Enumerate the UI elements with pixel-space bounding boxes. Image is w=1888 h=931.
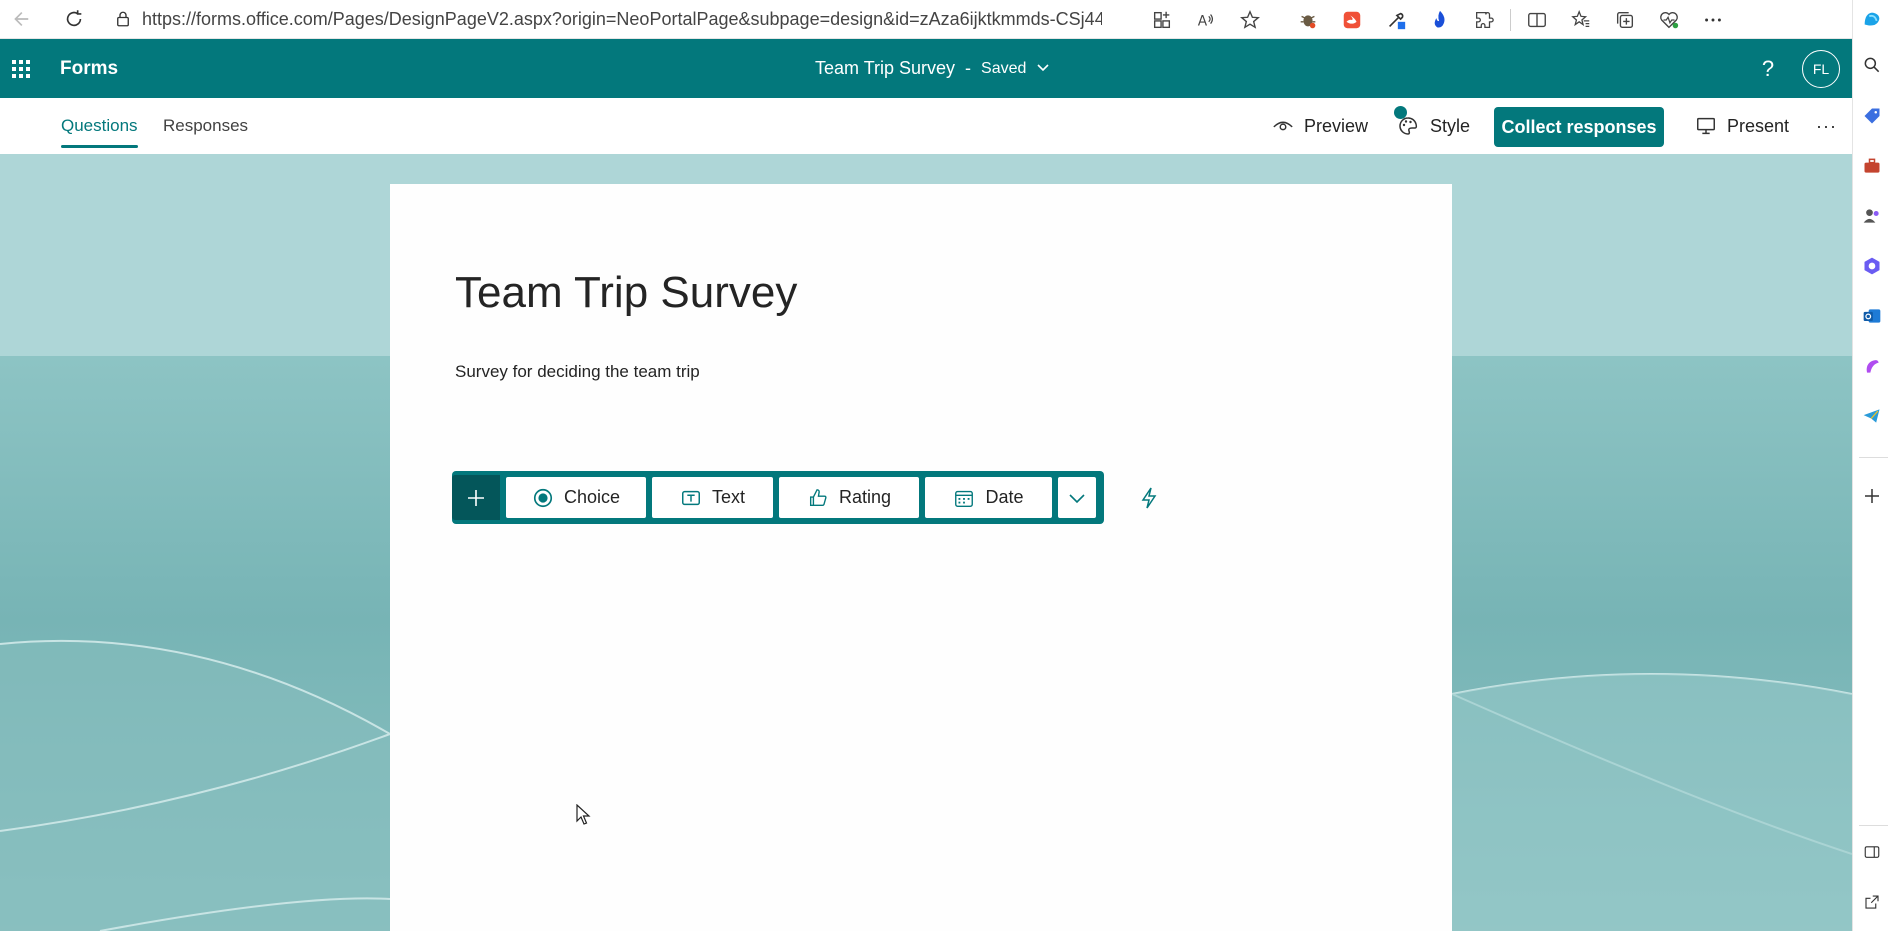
back-icon[interactable] (0, 0, 40, 39)
collect-responses-button[interactable]: Collect responses (1494, 107, 1664, 147)
palette-icon (1394, 106, 1420, 138)
tools-icon[interactable] (1859, 153, 1885, 179)
preview-button[interactable]: Preview (1272, 98, 1368, 154)
add-question-bar: Choice Text Rating Date (452, 471, 1104, 524)
open-external-icon[interactable] (1859, 889, 1885, 915)
help-icon[interactable]: ? (1748, 39, 1788, 98)
form-description[interactable]: Survey for deciding the team trip (455, 362, 700, 382)
extensions-puzzle-icon[interactable] (1462, 0, 1506, 39)
tab-questions[interactable]: Questions (61, 98, 138, 154)
outlook-icon[interactable] (1859, 303, 1885, 329)
telegram-icon[interactable] (1859, 403, 1885, 429)
favorite-star-icon[interactable] (1228, 0, 1272, 39)
form-title-menu[interactable]: Team Trip Survey - Saved (815, 39, 1050, 98)
add-new-icon[interactable] (452, 475, 500, 520)
mouse-cursor-icon (576, 803, 592, 831)
date-question-button[interactable]: Date (925, 477, 1052, 518)
eyedropper-extension-icon[interactable] (1374, 0, 1418, 39)
tab-responses[interactable]: Responses (163, 98, 248, 154)
more-question-types-button[interactable] (1058, 477, 1096, 518)
form-toolbar: Questions Responses Preview Style Collec… (0, 98, 1852, 154)
eye-icon (1273, 121, 1293, 131)
browser-toolbar: https://forms.office.com/Pages/DesignPag… (0, 0, 1888, 39)
style-button[interactable]: Style (1394, 98, 1471, 154)
flame-extension-icon[interactable] (1418, 0, 1462, 39)
thumbs-up-icon (809, 488, 827, 506)
choice-label: Choice (563, 487, 621, 507)
m365-icon[interactable] (1859, 253, 1885, 279)
form-card: Team Trip Survey Survey for deciding the… (390, 184, 1452, 931)
text-label: Text (711, 487, 745, 507)
save-status: Saved (981, 59, 1027, 77)
preview-label: Preview (1304, 115, 1369, 136)
chevron-down-icon (1036, 58, 1050, 79)
title-separator: - (965, 58, 972, 78)
designer-icon[interactable] (1859, 353, 1885, 379)
date-label: Date (985, 487, 1024, 507)
read-aloud-icon[interactable]: A (1184, 0, 1228, 39)
swift-extension-icon[interactable] (1330, 0, 1374, 39)
rating-label: Rating (838, 487, 892, 507)
hide-sidebar-icon[interactable] (1859, 839, 1885, 865)
more-icon[interactable] (1691, 0, 1735, 39)
form-heading[interactable]: Team Trip Survey (455, 268, 797, 318)
health-icon[interactable] (1647, 0, 1691, 39)
radio-icon (533, 488, 553, 507)
rating-question-button[interactable]: Rating (779, 477, 919, 518)
monitor-icon (1697, 117, 1715, 135)
choice-question-button[interactable]: Choice (506, 477, 646, 518)
add-icon[interactable] (1859, 483, 1885, 509)
present-button[interactable]: Present (1695, 98, 1789, 154)
collections-icon[interactable] (1603, 0, 1647, 39)
present-label: Present (1727, 115, 1790, 136)
address-bar[interactable]: https://forms.office.com/Pages/DesignPag… (142, 9, 1102, 30)
app-header: Forms Team Trip Survey - Saved ? FL (0, 39, 1852, 98)
people-icon[interactable] (1859, 203, 1885, 229)
bug-extension-icon[interactable] (1286, 0, 1330, 39)
search-icon[interactable] (1859, 52, 1885, 78)
style-label: Style (1430, 115, 1471, 136)
more-label: ··· (1816, 115, 1837, 136)
text-question-button[interactable]: Text (652, 477, 773, 518)
calendar-icon (955, 490, 974, 507)
app-name[interactable]: Forms (60, 58, 118, 80)
favorites-icon[interactable] (1559, 0, 1603, 39)
text-icon (682, 490, 700, 505)
chevron-down-icon (1069, 493, 1085, 503)
apps-icon[interactable] (1140, 0, 1184, 39)
svg-text:A: A (1198, 13, 1208, 29)
lock-icon[interactable] (110, 0, 136, 39)
browser-sidebar (1852, 0, 1888, 931)
shopping-tag-icon[interactable] (1859, 103, 1885, 129)
form-title: Team Trip Survey (815, 58, 956, 78)
help-label: ? (1761, 55, 1775, 81)
refresh-icon[interactable] (54, 0, 94, 39)
app-launcher-icon[interactable] (0, 39, 42, 98)
avatar[interactable]: FL (1802, 50, 1840, 88)
lightning-icon[interactable] (1135, 484, 1163, 512)
copilot-icon[interactable] (1859, 6, 1885, 32)
more-options-icon[interactable]: ··· (1816, 98, 1837, 154)
split-screen-icon[interactable] (1515, 0, 1559, 39)
